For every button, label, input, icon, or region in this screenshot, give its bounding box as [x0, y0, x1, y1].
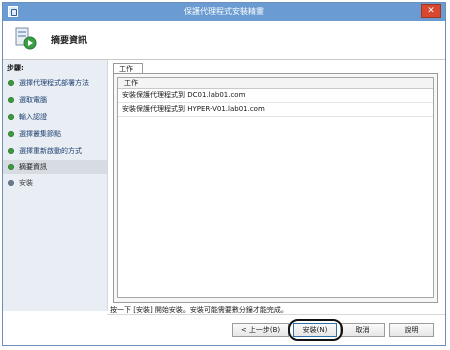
step-restart-method[interactable]: 選擇重新啟動的方式 — [3, 144, 107, 158]
list-column-header[interactable]: 工作 — [118, 78, 433, 89]
gray-dot-icon — [8, 180, 14, 186]
main-content: 工作 工作 安裝保護代理程式到 DC01.lab01.com 安裝保護代理程式到… — [108, 60, 445, 311]
green-dot-icon — [8, 131, 14, 137]
step-install: 安裝 — [3, 176, 107, 190]
page-header: 摘要資訊 — [3, 21, 445, 60]
step-deployment-method[interactable]: 選擇代理程式部署方法 — [3, 76, 107, 90]
green-dot-icon — [8, 164, 14, 170]
step-label: 安裝 — [19, 179, 33, 187]
wizard-window: 保護代理程式安裝精靈 ✕ 摘要資訊 步驟: 選擇代理程式部署方法 選取電腦 輸入… — [2, 2, 446, 346]
green-dot-icon — [8, 97, 14, 103]
list-item[interactable]: 安裝保護代理程式到 HYPER-V01.lab01.com — [118, 103, 433, 117]
back-button[interactable]: < 上一步(B) — [232, 323, 289, 337]
task-list[interactable]: 工作 安裝保護代理程式到 DC01.lab01.com 安裝保護代理程式到 HY… — [117, 77, 434, 298]
footer-divider — [107, 314, 445, 315]
step-cluster-nodes[interactable]: 選擇叢集節點 — [3, 127, 107, 141]
step-label: 選擇代理程式部署方法 — [19, 79, 89, 87]
step-select-computers[interactable]: 選取電腦 — [3, 93, 107, 107]
close-button[interactable]: ✕ — [421, 4, 441, 18]
protection-agent-icon — [15, 27, 37, 50]
green-dot-icon — [8, 114, 14, 120]
step-label: 摘要資訊 — [19, 163, 47, 171]
window-title: 保護代理程式安裝精靈 — [184, 7, 264, 16]
steps-heading: 步驟: — [7, 64, 24, 72]
step-label: 輸入認證 — [19, 113, 47, 121]
tab-panel: 工作 安裝保護代理程式到 DC01.lab01.com 安裝保護代理程式到 HY… — [113, 73, 438, 303]
step-label: 選擇重新啟動的方式 — [19, 147, 82, 155]
step-label: 選擇叢集節點 — [19, 130, 61, 138]
cancel-button[interactable]: 取消 — [340, 323, 385, 337]
help-button[interactable]: 說明 — [389, 323, 434, 337]
page-title: 摘要資訊 — [51, 36, 88, 46]
steps-sidebar: 步驟: 選擇代理程式部署方法 選取電腦 輸入認證 選擇叢集節點 選擇重新啟動的方… — [3, 60, 108, 311]
list-item[interactable]: 安裝保護代理程式到 DC01.lab01.com — [118, 89, 433, 103]
step-summary[interactable]: 摘要資訊 — [3, 160, 107, 174]
step-credentials[interactable]: 輸入認證 — [3, 110, 107, 124]
install-highlight-ring — [288, 319, 343, 341]
green-dot-icon — [8, 148, 14, 154]
green-dot-icon — [8, 80, 14, 86]
title-bar: 保護代理程式安裝精靈 ✕ — [3, 3, 445, 22]
step-label: 選取電腦 — [19, 96, 47, 104]
